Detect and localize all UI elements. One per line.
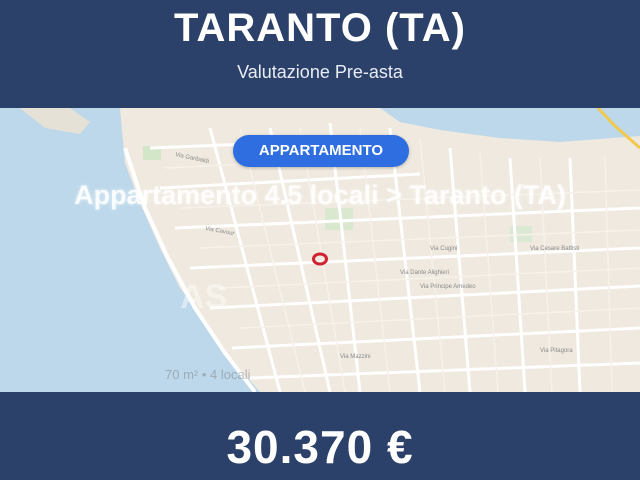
watermark-logo: AS xyxy=(180,278,227,316)
road-label: Via Cugini xyxy=(430,246,457,252)
map-area[interactable]: Via Garibaldi Via Cavour Via Cugini Via … xyxy=(0,108,640,392)
listing-title: Appartamento 4.5 locali > Taranto (TA) xyxy=(74,180,566,210)
road-label: Via Principe Amedeo xyxy=(420,284,476,290)
road-label: Via Dante Alighieri xyxy=(400,270,449,276)
category-badge[interactable]: APPARTAMENTO xyxy=(233,135,409,167)
page-subtitle: Valutazione Pre-asta xyxy=(237,62,403,82)
footer-bar: 30.370 € xyxy=(0,392,640,480)
road-label: Via Pitagora xyxy=(540,348,573,354)
header-bar: TARANTO (TA) Valutazione Pre-asta xyxy=(0,0,640,108)
road-label: Via Mazzini xyxy=(340,354,371,360)
listing-details: 70 m² • 4 locali xyxy=(165,367,251,382)
page-title: TARANTO (TA) xyxy=(174,6,466,50)
price-value: 30.370 € xyxy=(226,421,414,473)
road-label: Via Cesare Battisti xyxy=(530,246,579,252)
